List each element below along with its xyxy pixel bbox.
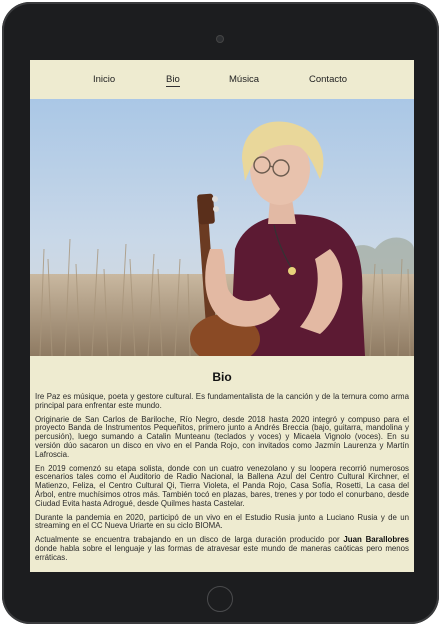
- musician-photo: [30, 99, 414, 356]
- nav-item-musica[interactable]: Música: [229, 74, 259, 85]
- bio-paragraph-2: Originarie de San Carlos de Bariloche, R…: [35, 414, 409, 459]
- hero-photo: [30, 99, 414, 356]
- bio-paragraph-1: Ire Paz es músique, poeta y gestore cult…: [35, 392, 409, 410]
- bio-paragraph-5-text-b: donde habla sobre el lenguaje y las form…: [35, 543, 409, 562]
- camera-icon: [216, 35, 224, 43]
- tablet-frame: Inicio Bio Música Contacto Bio Ire Paz e…: [2, 2, 439, 624]
- nav-item-inicio[interactable]: Inicio: [93, 74, 115, 85]
- producer-name: Juan Barallobres: [343, 535, 410, 545]
- bio-title: Bio: [212, 370, 232, 384]
- screen: Inicio Bio Música Contacto Bio Ire Paz e…: [30, 60, 414, 572]
- bio-paragraph-4: Durante la pandemia en 2020, participó d…: [35, 512, 409, 531]
- bio-section: Bio Ire Paz es músique, poeta y gestore …: [30, 370, 414, 563]
- bio-paragraph-3: En 2019 comenzó su etapa solista, donde …: [35, 463, 409, 508]
- nav-item-contacto[interactable]: Contacto: [309, 74, 347, 85]
- nav-item-bio[interactable]: Bio: [166, 74, 180, 87]
- home-button[interactable]: [207, 586, 233, 612]
- bio-paragraph-5: Actualmente se encuentra trabajando en u…: [35, 535, 410, 562]
- top-nav: Inicio Bio Música Contacto: [30, 60, 414, 99]
- bio-paragraph-5-text-a: Actualmente se encuentra trabajando en u…: [35, 535, 344, 545]
